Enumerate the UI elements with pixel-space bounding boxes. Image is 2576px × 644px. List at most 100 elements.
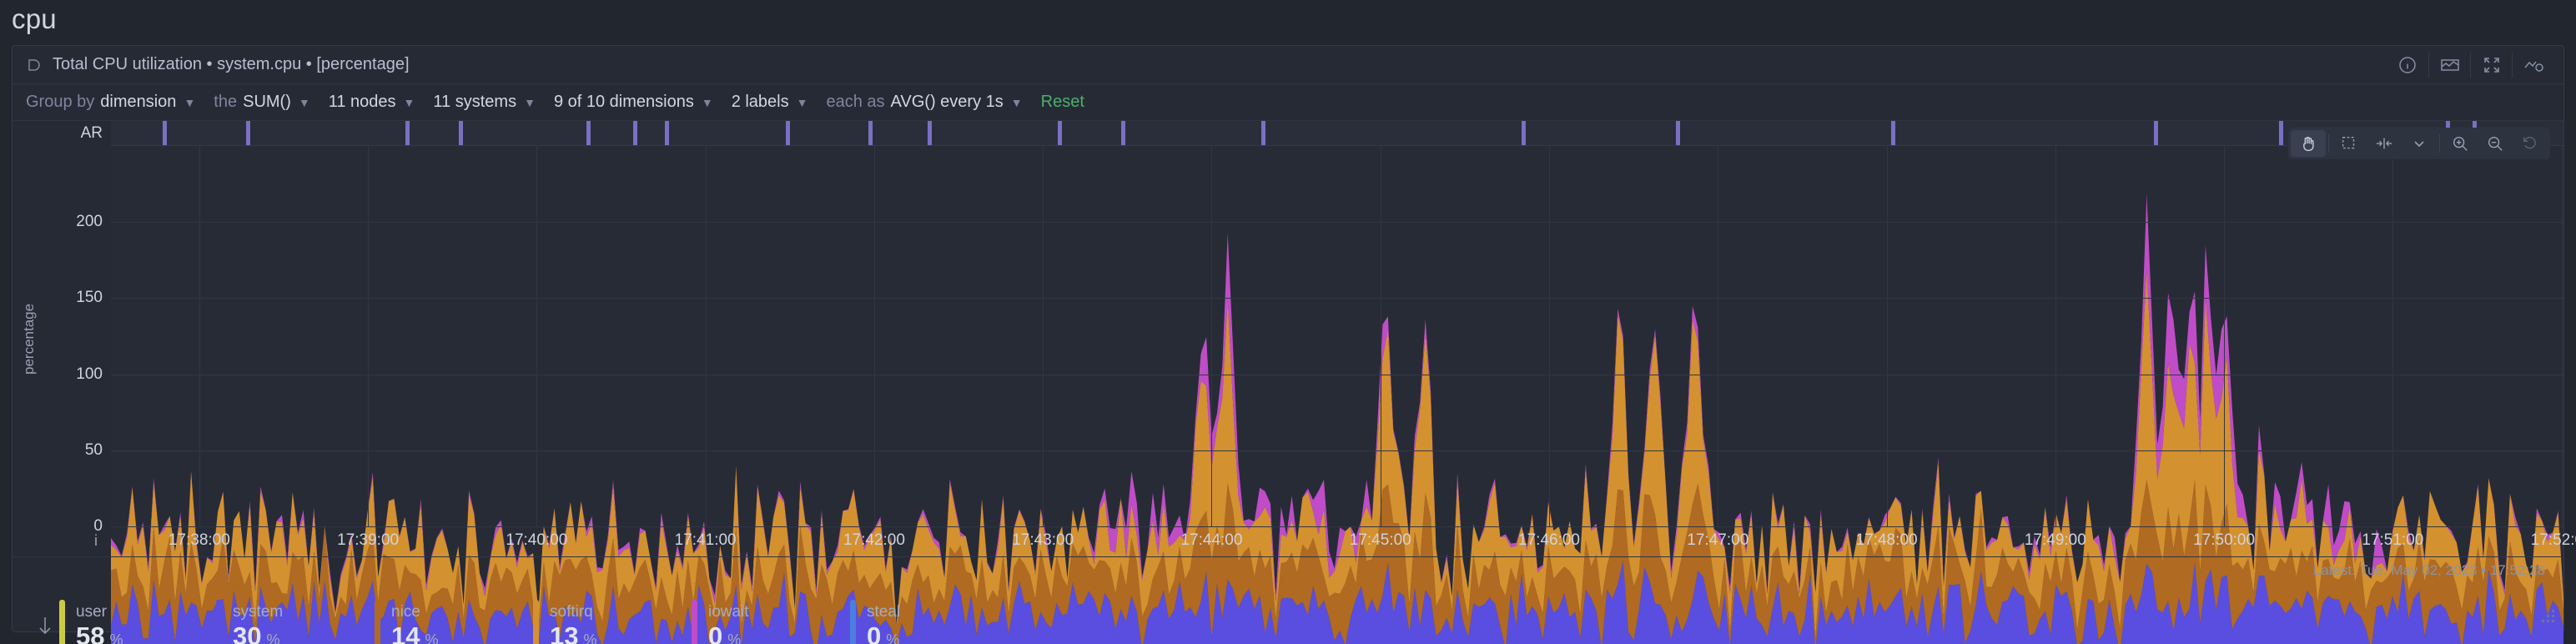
gridline-vertical [368,146,369,526]
legend-unit: % [266,631,279,644]
reset-button[interactable]: Reset [1041,93,1084,112]
gridline-vertical [1211,146,1212,526]
zoom-in-tool[interactable] [2443,130,2478,157]
gridline-vertical [536,146,537,526]
anomaly-tick [1522,121,1526,146]
anomaly-tick [665,121,669,146]
select-area-tool[interactable] [2332,130,2367,157]
latest-row: Latest: Tue, May 02, 2023 • 17:52:28 [13,556,2563,585]
anomaly-tick [163,121,167,146]
reset-zoom-tool[interactable] [2513,130,2548,157]
anomaly-tick [1121,121,1125,146]
chevron-down-icon[interactable]: ▼ [404,97,415,108]
group-by-value: 11 nodes [329,93,396,112]
chevron-down-icon[interactable]: ▼ [184,97,195,108]
resize-grip[interactable] [2542,610,2557,625]
legend-dimension-name: iowait [708,602,749,622]
legend-color-swatch [216,600,222,644]
anomaly-tick [1891,121,1895,146]
group-by-value: dimension [100,93,176,112]
info-icon[interactable] [2387,53,2428,78]
chevron-down-icon[interactable]: ▼ [1011,97,1023,108]
legend-dimension-name: system [233,602,283,622]
chart-area[interactable]: percentage AR050100150200 [13,121,2563,556]
chevron-down-icon[interactable] [2402,130,2437,157]
anomaly-tick [1676,121,1680,146]
chevron-down-icon[interactable]: ▼ [524,97,536,108]
x-axis-tick: 17:48:00 [1856,531,1918,550]
legend-item[interactable]: user58% [59,600,208,644]
legend-item[interactable]: softirq13% [533,600,683,644]
anomaly-tick [459,121,463,146]
group-by-prefix: the [214,93,237,112]
gridline-vertical [874,146,875,526]
legend-unit: % [886,631,899,644]
anomaly-tick [246,121,250,146]
chevron-down-icon[interactable]: ▼ [702,97,713,108]
chevron-down-icon[interactable]: ▼ [299,97,310,108]
x-axis-tick: 17:51:00 [2362,531,2423,550]
legend-color-swatch [59,600,65,644]
x-axis-tick: 17:46:00 [1518,531,1580,550]
gridline-vertical [2224,146,2225,526]
group-by-item-0[interactable]: Group by dimension ▼ [26,93,195,112]
chevron-down-icon[interactable]: ▼ [797,97,808,108]
x-axis-tick: 17:42:00 [843,531,905,550]
y-axis-tick: 200 [76,213,103,231]
group-by-item-1[interactable]: theSUM()▼ [214,93,309,112]
x-axis-tick: 17:45:00 [1350,531,1411,550]
chart-card: Total CPU utilization • system.cpu • [pe… [12,45,2564,632]
zoom-out-tool[interactable] [2478,130,2513,157]
legend-item[interactable]: nice14% [375,600,525,644]
chart-card-header: Total CPU utilization • system.cpu • [pe… [13,46,2563,84]
legend-value: 58 [76,623,104,644]
anomaly-tick [586,121,591,146]
legend-dimension-name: steal [867,602,900,622]
latest-timestamp: Latest: Tue, May 02, 2023 • 17:52:28 [2313,562,2545,579]
legend-unit: % [425,631,438,644]
x-axis-tick: 17:52:00 [2531,531,2576,550]
group-by-item-6[interactable]: each as AVG() every 1s ▼ [826,93,1022,112]
legend-color-swatch [375,600,380,644]
legend-item[interactable]: system30% [216,600,366,644]
legend: user58%system30%nice14%softirq13%iowait0… [13,585,2563,644]
group-by-value: AVG() every 1s [891,93,1004,112]
anomaly-tick [928,121,932,146]
legend-item[interactable]: steal0% [850,600,1000,644]
page-title: cpu [12,3,57,35]
legend-dimension-name: user [76,602,123,622]
x-axis: 17:38:0017:39:0017:40:0017:41:0017:42:00… [111,526,2563,556]
legend-dimension-name: softirq [550,602,597,622]
anomaly-rate-band[interactable] [111,121,2563,146]
y-axis-title: percentage [18,121,41,556]
group-by-prefix: each as [826,93,884,112]
legend-color-swatch [850,600,856,644]
anomaly-tick [868,121,873,146]
anomaly-tick [405,121,410,146]
anomaly-tick [2154,121,2158,146]
arrow-down-icon[interactable] [31,615,59,636]
legend-value: 14 [391,623,420,644]
gridline-vertical [1887,146,1888,526]
group-by-item-2[interactable]: 11 nodes ▼ [329,93,415,112]
chart-info-marker[interactable]: i [94,532,98,550]
chart-type-icon[interactable] [2428,53,2470,78]
group-by-item-3[interactable]: 11 systems▼ [433,93,536,112]
group-by-prefix: Group by [26,93,94,112]
legend-value: 13 [550,623,578,644]
anomaly-tick [2279,121,2283,146]
anomaly-tick [1261,121,1265,146]
horizontal-zoom-tool[interactable] [2367,130,2402,157]
gridline-vertical [2562,146,2563,526]
fullscreen-icon[interactable] [2470,53,2512,78]
chart-plot[interactable] [111,121,2563,556]
gridline-vertical [199,146,200,526]
legend-item[interactable]: iowait0% [692,600,842,644]
y-axis: AR050100150200 [41,121,109,556]
add-chart-icon[interactable] [2512,53,2553,78]
legend-unit: % [109,631,123,644]
x-axis-tick: 17:44:00 [1180,531,1242,550]
group-by-item-4[interactable]: 9 of 10 dimensions▼ [554,93,713,112]
pan-tool[interactable] [2291,130,2326,157]
group-by-item-5[interactable]: 2 labels▼ [732,93,808,112]
